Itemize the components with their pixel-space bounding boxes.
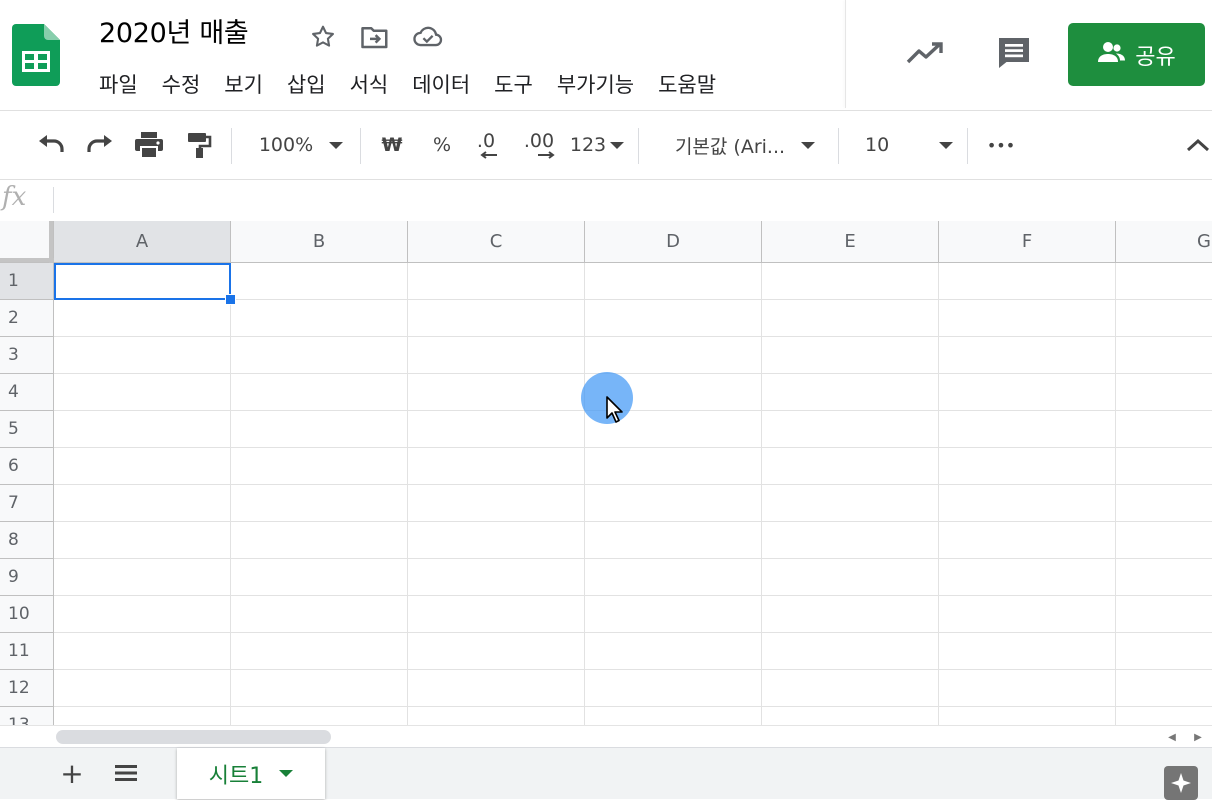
move-to-folder-icon[interactable] [360, 22, 390, 52]
fill-handle[interactable] [225, 294, 236, 305]
row-header[interactable]: 5 [0, 411, 54, 448]
explore-button[interactable] [1164, 766, 1198, 800]
sheet-tab[interactable]: 시트1 [177, 748, 325, 799]
formula-input[interactable] [60, 180, 1200, 220]
share-label: 공유 [1135, 44, 1176, 70]
row-header[interactable]: 4 [0, 374, 54, 411]
selected-cell-a1[interactable] [54, 263, 231, 300]
zoom-value: 100% [258, 134, 314, 156]
google-sheets-logo[interactable] [12, 24, 60, 86]
add-sheet-button[interactable]: + [56, 756, 88, 790]
mouse-pointer-icon [605, 396, 625, 428]
chevron-down-icon [610, 141, 625, 149]
decrease-decimal-button[interactable]: .0 [468, 111, 504, 179]
row-header[interactable]: 2 [0, 300, 54, 337]
column-header[interactable]: A [54, 221, 231, 263]
decrease-decimal-label: .0 [476, 130, 496, 152]
formula-divider [53, 187, 54, 213]
share-button[interactable]: 공유 [1068, 23, 1205, 86]
row-header[interactable]: 1 [0, 263, 54, 300]
chevron-down-icon [939, 141, 953, 149]
spreadsheet-grid: A B C D E F G 1 2 3 4 5 6 7 8 9 10 11 12… [0, 221, 1212, 725]
formula-bar: fx [0, 180, 1212, 222]
row-header[interactable]: 9 [0, 559, 54, 596]
column-header[interactable]: E [762, 221, 939, 263]
scrollbar-thumb[interactable] [56, 730, 331, 744]
menu-tools[interactable]: 도구 [494, 66, 533, 104]
cell-area[interactable] [54, 263, 1212, 725]
chevron-down-icon[interactable] [279, 770, 294, 777]
fx-label: fx [2, 182, 27, 212]
all-sheets-button[interactable] [110, 756, 142, 790]
column-header[interactable]: G [1116, 221, 1212, 263]
row-header[interactable]: 12 [0, 670, 54, 707]
row-header[interactable]: 8 [0, 522, 54, 559]
collapse-chevron-icon[interactable] [1184, 111, 1212, 179]
more-options-button[interactable]: ••• [984, 111, 1018, 179]
font-family-select[interactable]: 기본값 (Ari... [660, 111, 830, 179]
paint-format-icon[interactable] [181, 111, 217, 179]
increase-decimal-button[interactable]: .00 [518, 111, 560, 179]
font-family-value: 기본값 (Ari... [674, 135, 786, 158]
star-icon[interactable] [308, 22, 338, 52]
select-all-corner[interactable] [0, 221, 54, 263]
chevron-down-icon [801, 141, 816, 149]
arrow-right-icon [538, 151, 555, 159]
menu-bar: 파일 수정 보기 삽입 서식 데이터 도구 부가기능 도움말 [99, 66, 740, 104]
increase-decimal-label: .00 [523, 130, 555, 152]
horizontal-scrollbar[interactable]: ◀ ▶ [0, 725, 1212, 748]
sheet-tab-label: 시트1 [208, 763, 264, 789]
row-header[interactable]: 7 [0, 485, 54, 522]
toolbar-separator [838, 128, 839, 164]
menu-addons[interactable]: 부가기능 [557, 66, 634, 104]
redo-icon[interactable] [82, 111, 118, 179]
menu-insert[interactable]: 삽입 [287, 66, 326, 104]
undo-icon[interactable] [33, 111, 69, 179]
menu-file[interactable]: 파일 [99, 66, 138, 104]
toolbar-separator [231, 128, 232, 164]
scroll-left-icon[interactable]: ◀ [1160, 727, 1184, 747]
toolbar-separator [967, 128, 968, 164]
number-format-label: 123 [569, 134, 607, 156]
font-size-select[interactable]: 10 [855, 111, 959, 179]
header-divider [845, 0, 846, 108]
cloud-saved-icon[interactable] [413, 22, 443, 52]
row-header[interactable]: 13 [0, 707, 54, 725]
column-header[interactable]: B [231, 221, 408, 263]
menu-format[interactable]: 서식 [350, 66, 389, 104]
toolbar: 100% ₩ % .0 .00 123 기본값 (Ari... 10 ••• [0, 111, 1212, 180]
list-icon [115, 765, 137, 781]
sheet-bar: + 시트1 [0, 747, 1212, 799]
person-icon [1097, 40, 1127, 70]
menu-data[interactable]: 데이터 [412, 66, 470, 104]
print-icon[interactable] [131, 111, 167, 179]
top-header: 2020년 매출 파일 수정 보기 삽입 서식 데이터 도구 부가기능 도움말 … [0, 0, 1212, 111]
percent-format-button[interactable]: % [425, 111, 459, 179]
comment-icon[interactable] [994, 33, 1034, 73]
row-header[interactable]: 3 [0, 337, 54, 374]
column-header[interactable]: F [939, 221, 1116, 263]
arrow-left-icon [480, 151, 497, 159]
toolbar-separator [360, 128, 361, 164]
menu-view[interactable]: 보기 [224, 66, 263, 104]
toolbar-separator [638, 128, 639, 164]
chevron-down-icon [329, 141, 344, 149]
menu-edit[interactable]: 수정 [162, 66, 201, 104]
explore-icon [1171, 773, 1191, 793]
menu-help[interactable]: 도움말 [658, 66, 716, 104]
scroll-right-icon[interactable]: ▶ [1186, 727, 1210, 747]
column-header[interactable]: C [408, 221, 585, 263]
row-header[interactable]: 6 [0, 448, 54, 485]
zoom-select[interactable]: 100% [248, 111, 354, 179]
row-header[interactable]: 11 [0, 633, 54, 670]
row-header[interactable]: 10 [0, 596, 54, 633]
add-icon: + [60, 756, 84, 790]
document-title[interactable]: 2020년 매출 [99, 14, 249, 54]
column-header[interactable]: D [585, 221, 762, 263]
activity-trend-icon[interactable] [905, 33, 945, 73]
number-format-select[interactable]: 123 [567, 111, 627, 179]
font-size-value: 10 [865, 134, 890, 156]
currency-format-button[interactable]: ₩ [375, 111, 409, 179]
